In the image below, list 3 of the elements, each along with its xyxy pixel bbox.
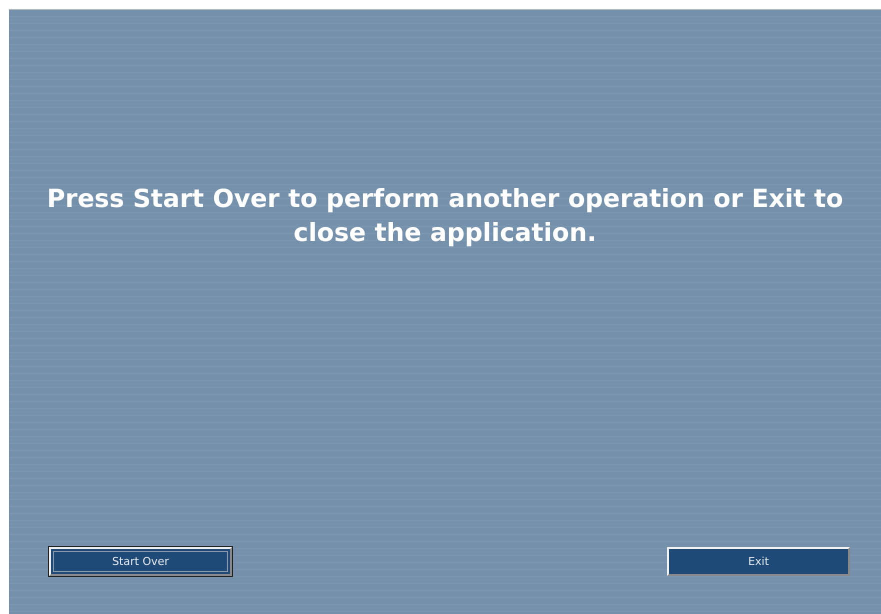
instruction-message: Press Start Over to perform another operation or Exit to close the application.: [46, 183, 844, 249]
button[interactable]: Start Over: [49, 547, 232, 576]
button[interactable]: Exit: [667, 547, 850, 576]
